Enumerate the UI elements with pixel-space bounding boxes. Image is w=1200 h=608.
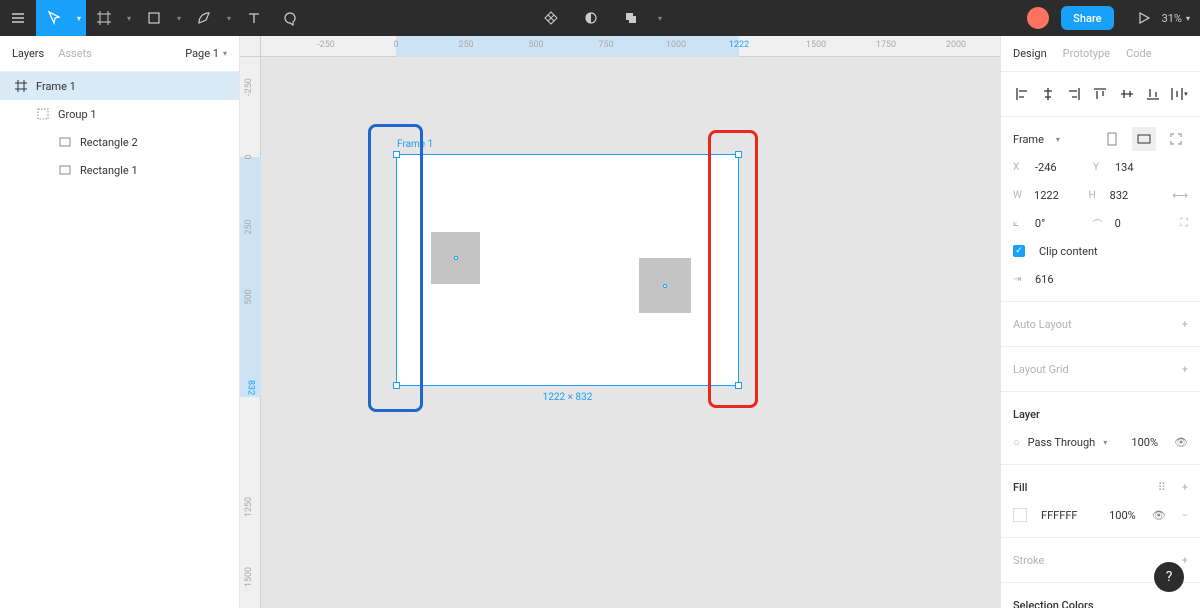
align-right-icon[interactable]: [1065, 82, 1083, 106]
resize-landscape-icon[interactable]: [1132, 127, 1156, 151]
blend-mode-icon: ○: [1013, 436, 1020, 449]
text-tool[interactable]: [236, 0, 272, 36]
resize-fit-icon[interactable]: [1164, 127, 1188, 151]
layer-rectangle-2[interactable]: Rectangle 2: [0, 128, 239, 156]
ruler-selection-tag: 832: [240, 379, 261, 397]
clip-content-label: Clip content: [1039, 245, 1098, 258]
constraint-input[interactable]: 616: [1035, 273, 1085, 286]
align-left-icon[interactable]: [1013, 82, 1031, 106]
assets-tab[interactable]: Assets: [58, 47, 92, 60]
red-annotation-box: [708, 130, 758, 408]
distribute-icon[interactable]: ▾: [1170, 82, 1188, 106]
radius-icon: ⌒: [1093, 216, 1107, 231]
shape-tool-chevron[interactable]: ▾: [172, 14, 186, 23]
fill-opacity-input[interactable]: 100%: [1109, 509, 1136, 522]
align-vcenter-icon[interactable]: [1118, 82, 1136, 106]
design-tab[interactable]: Design: [1013, 47, 1047, 60]
top-toolbar: ▾ ▾ ▾ ▾ ▾ Share 31%▾: [0, 0, 1200, 36]
align-bottom-icon[interactable]: [1144, 82, 1162, 106]
ruler-vertical: -250 0 250 500 832 1250 1500: [240, 57, 261, 608]
pen-tool-chevron[interactable]: ▾: [222, 14, 236, 23]
frame-icon: [14, 80, 28, 92]
move-tool-chevron[interactable]: ▾: [72, 0, 86, 36]
blend-mode-dropdown[interactable]: Pass Through: [1028, 436, 1096, 449]
component-tool[interactable]: [533, 0, 569, 36]
transform-section: Frame▾ X-246Y134 W1222H832⟷ ⟀0°⌒0⛶ ✓Clip…: [1001, 117, 1200, 302]
rectangle-2-on-canvas[interactable]: [639, 258, 691, 313]
share-button[interactable]: Share: [1061, 6, 1113, 30]
layer-label: Rectangle 2: [80, 136, 138, 149]
y-input[interactable]: 134: [1115, 161, 1165, 174]
frame-type-dropdown[interactable]: Frame: [1013, 133, 1044, 146]
auto-layout-section: Auto Layout+: [1001, 302, 1200, 347]
fill-section: Fill⠿+ FFFFFF 100% 👁 −: [1001, 465, 1200, 538]
help-button[interactable]: ?: [1154, 562, 1184, 592]
shape-tool[interactable]: [136, 0, 172, 36]
add-auto-layout-button[interactable]: +: [1182, 318, 1188, 331]
present-button[interactable]: [1126, 0, 1162, 36]
rotation-icon: ⟀: [1013, 218, 1027, 229]
boolean-tool-chevron[interactable]: ▾: [653, 0, 667, 36]
zoom-dropdown[interactable]: 31%▾: [1162, 12, 1190, 25]
group-icon: [36, 108, 50, 120]
zoom-value: 31%: [1162, 12, 1182, 25]
align-section: ▾: [1001, 72, 1200, 117]
layer-rectangle-1[interactable]: Rectangle 1: [0, 156, 239, 184]
mask-tool[interactable]: [573, 0, 609, 36]
w-input[interactable]: 1222: [1034, 189, 1081, 202]
rectangle-1-on-canvas[interactable]: [431, 232, 480, 284]
canvas[interactable]: -250 0 250 500 750 1000 1222 1500 1750 2…: [240, 36, 1000, 608]
layer-label: Rectangle 1: [80, 164, 138, 177]
frame-tool[interactable]: [86, 0, 122, 36]
align-hcenter-icon[interactable]: [1039, 82, 1057, 106]
add-layout-grid-button[interactable]: +: [1182, 363, 1188, 376]
rectangle-icon: [58, 164, 72, 176]
ruler-corner: [240, 36, 261, 57]
independent-corners-icon[interactable]: ⛶: [1180, 216, 1188, 230]
layer-group-1[interactable]: Group 1: [0, 100, 239, 128]
resize-portrait-icon[interactable]: [1100, 127, 1124, 151]
clip-content-checkbox[interactable]: ✓: [1013, 245, 1025, 257]
menu-button[interactable]: [0, 0, 36, 36]
layer-section: Layer ○ Pass Through▾ 100% 👁: [1001, 392, 1200, 465]
layers-panel: Layers Assets Page 1▾ Frame 1 Group 1 Re…: [0, 36, 240, 608]
h-input[interactable]: 832: [1110, 189, 1157, 202]
constraint-icon: ⇥: [1013, 274, 1027, 285]
inspector-panel: Design Prototype Code ▾ Frame▾: [1000, 36, 1200, 608]
add-fill-button[interactable]: +: [1182, 481, 1188, 494]
pen-tool[interactable]: [186, 0, 222, 36]
layer-visibility-icon[interactable]: 👁: [1174, 436, 1188, 449]
frame-tool-chevron[interactable]: ▾: [122, 14, 136, 23]
toolbar-center: ▾: [533, 0, 667, 36]
fill-visibility-icon[interactable]: 👁: [1152, 509, 1166, 522]
prototype-tab[interactable]: Prototype: [1063, 47, 1110, 60]
fill-hex-input[interactable]: FFFFFF: [1041, 509, 1077, 522]
add-stroke-button[interactable]: +: [1182, 554, 1188, 567]
radius-input[interactable]: 0: [1115, 217, 1165, 230]
layer-label: Group 1: [58, 108, 97, 121]
link-wh-icon[interactable]: ⟷: [1172, 189, 1188, 202]
comment-tool[interactable]: [272, 0, 308, 36]
ruler-horizontal: -250 0 250 500 750 1000 1222 1500 1750 2…: [261, 36, 1000, 57]
fill-swatch[interactable]: [1013, 508, 1027, 522]
move-tool[interactable]: [36, 0, 72, 36]
layer-label: Frame 1: [36, 80, 76, 93]
code-tab[interactable]: Code: [1126, 47, 1151, 60]
frame-dimensions: 1222 × 832: [543, 392, 593, 403]
layer-opacity-input[interactable]: 100%: [1131, 436, 1158, 449]
layer-frame-1[interactable]: Frame 1: [0, 72, 239, 100]
layers-tab[interactable]: Layers: [12, 47, 44, 60]
rotation-input[interactable]: 0°: [1035, 217, 1085, 230]
x-input[interactable]: -246: [1035, 161, 1085, 174]
fill-style-icon[interactable]: ⠿: [1158, 481, 1166, 494]
layout-grid-section: Layout Grid+: [1001, 347, 1200, 392]
remove-fill-button[interactable]: −: [1182, 509, 1188, 522]
rectangle-icon: [58, 136, 72, 148]
align-top-icon[interactable]: [1091, 82, 1109, 106]
blue-annotation-box: [368, 124, 423, 412]
avatar[interactable]: [1027, 7, 1049, 29]
boolean-tool[interactable]: [613, 0, 649, 36]
page-selector[interactable]: Page 1▾: [185, 47, 227, 60]
